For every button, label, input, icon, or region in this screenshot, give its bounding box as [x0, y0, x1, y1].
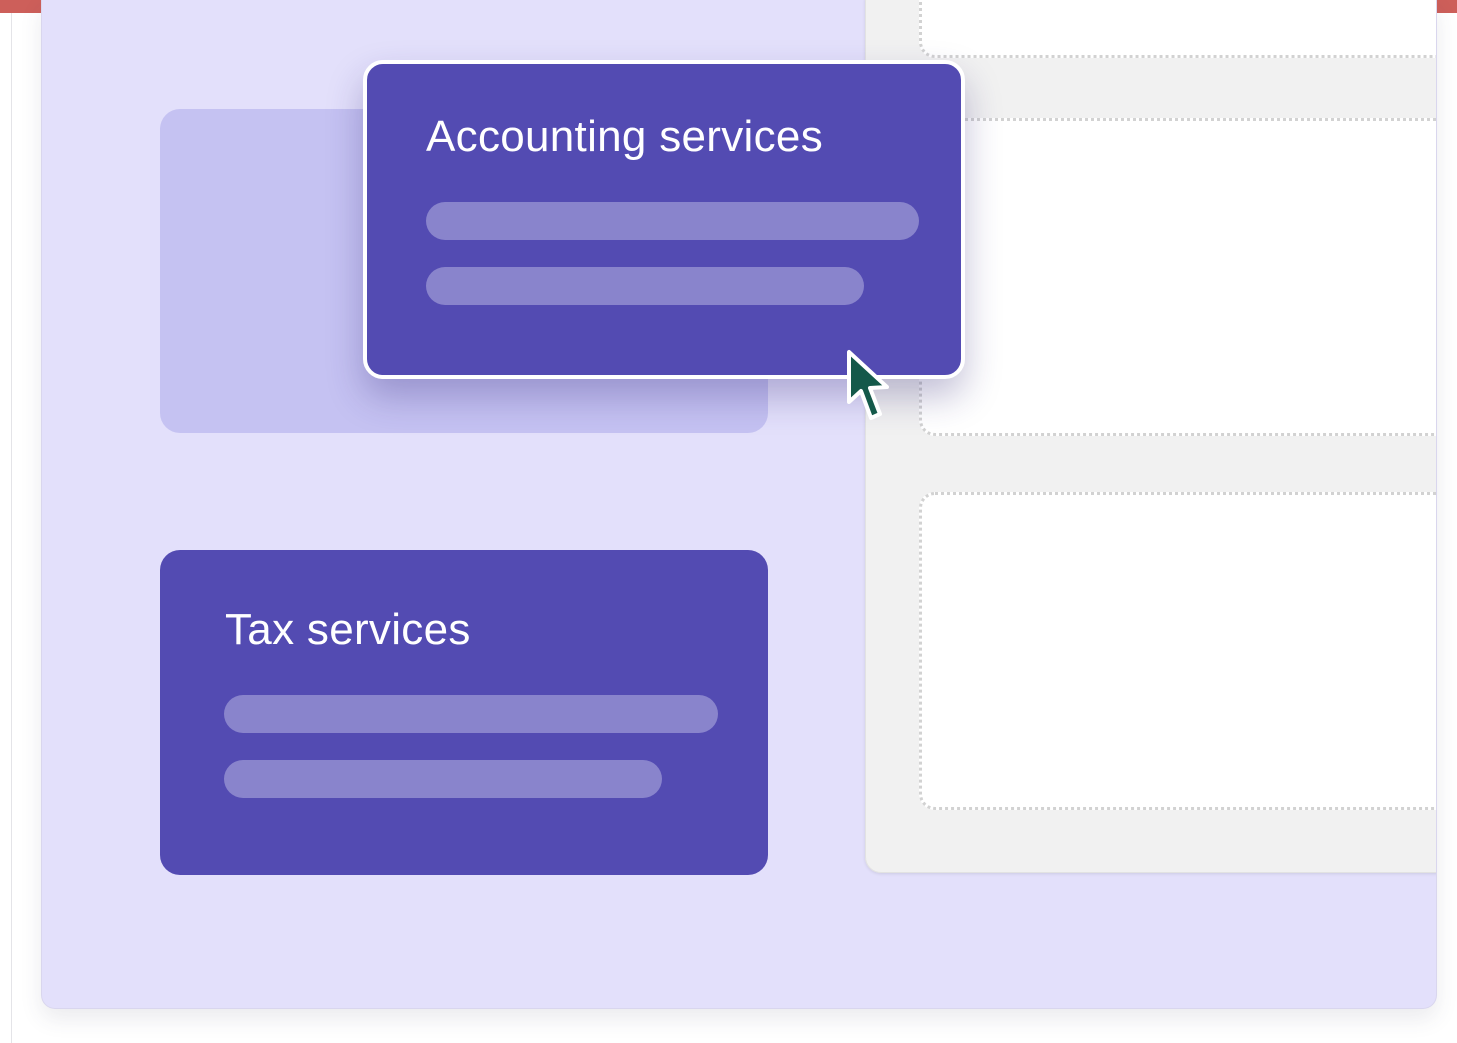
drop-slot[interactable] [919, 492, 1436, 810]
mouse-pointer-icon [847, 350, 889, 420]
drop-slot[interactable] [919, 0, 1436, 58]
card-title: Accounting services [426, 112, 823, 161]
card-text-placeholder-line [426, 267, 864, 305]
card-text-placeholder-line [224, 695, 718, 733]
left-divider [11, 13, 12, 1043]
drop-slot[interactable] [919, 118, 1436, 436]
card-text-placeholder-line [224, 760, 662, 798]
card-title: Tax services [225, 605, 471, 654]
accounting-services-card[interactable]: Accounting services [363, 60, 965, 379]
card-text-placeholder-line [426, 202, 919, 240]
tax-services-card[interactable]: Tax services [160, 550, 768, 875]
